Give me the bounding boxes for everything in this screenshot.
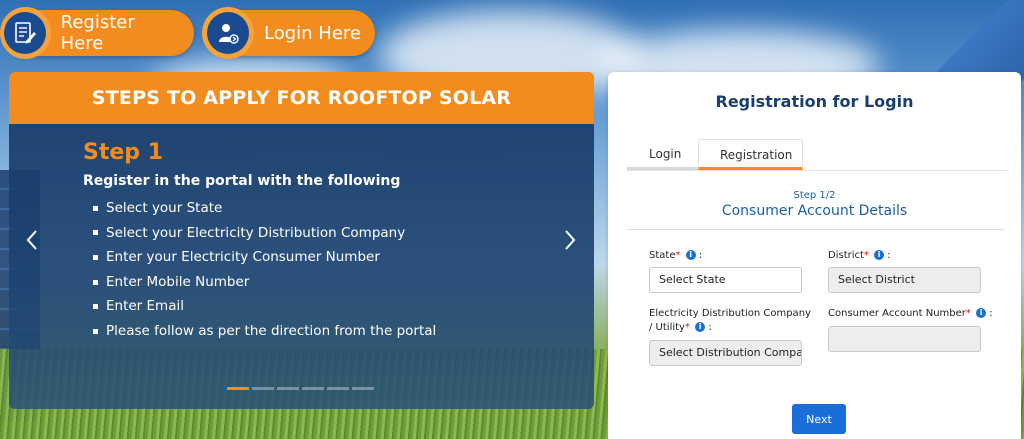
carousel-indicator[interactable] [227,387,249,390]
carousel-indicators [227,387,374,390]
register-here-button[interactable]: Register Here [0,7,194,59]
tab-login[interactable]: Login [627,139,698,170]
info-icon[interactable]: i [874,250,885,260]
list-item-text: Enter Email [106,298,184,315]
step-title: Step 1 [83,140,163,165]
registration-title: Registration for Login [715,92,914,111]
list-item-text: Select your Electricity Distribution Com… [106,224,406,241]
list-item: Select your State [93,196,436,221]
step-indicator: Step 1/2 [793,190,836,201]
chevron-right-icon[interactable] [563,229,577,251]
section-divider [627,229,1004,230]
register-here-label: Register Here [60,12,135,54]
bullet-icon [93,304,98,310]
user-login-icon [219,24,239,44]
info-icon[interactable]: i [976,308,987,318]
bullet-icon [93,279,98,285]
utility-label-line2: / Utility [649,322,685,333]
list-item-text: Enter Mobile Number [106,273,250,290]
consumer-account-input[interactable] [828,326,981,352]
list-item: Enter your Electricity Consumer Number [93,245,436,270]
next-button[interactable]: Next [792,404,846,434]
step-intro: Register in the portal with the followin… [83,173,401,189]
tab-registration[interactable]: Registration [698,139,803,170]
info-icon[interactable]: i [685,250,696,260]
bullet-icon [93,254,98,260]
state-label: State* i : [649,250,703,261]
login-here-label: Login Here [264,22,361,44]
list-item: Enter Mobile Number [93,270,436,295]
list-item: Enter Email [93,294,436,319]
chevron-left-icon[interactable] [25,229,39,251]
utility-label-line1: Electricity Distribution Company [649,308,811,319]
carousel-indicator[interactable] [277,387,299,390]
bullet-icon [93,230,98,236]
consumer-account-label: Consumer Account Number* i : [828,308,993,319]
registration-panel: Registration for Login Login Registratio… [608,72,1021,439]
step-list: Select your State Select your Electricit… [93,196,436,344]
carousel-indicator[interactable] [352,387,374,390]
register-icon-badge [0,7,51,59]
required-mark: * [863,250,869,261]
district-label-text: District [828,250,864,261]
state-label-text: State [649,250,676,261]
consumer-account-label-text: Consumer Account Number [828,308,966,319]
bullet-icon [93,328,98,334]
list-item: Select your Electricity Distribution Com… [93,221,436,246]
required-mark: * [684,322,690,333]
carousel-indicator[interactable] [252,387,274,390]
register-form-icon [15,22,37,44]
utility-label: Electricity Distribution Company / Utili… [649,308,811,333]
list-item-text: Select your State [106,200,223,216]
info-icon[interactable]: i [695,322,706,332]
login-here-button[interactable]: Login Here [202,7,375,59]
required-mark: * [965,308,971,319]
login-tabs: Login Registration [627,139,1009,171]
list-item: Please follow as per the direction from … [93,319,436,344]
required-mark: * [675,250,681,261]
district-select[interactable]: Select District [828,267,981,293]
bullet-icon [93,205,98,211]
carousel-indicator[interactable] [302,387,324,390]
state-select[interactable]: Select State [649,267,802,293]
steps-carousel: STEPS TO APPLY FOR ROOFTOP SOLAR Step 1 … [9,72,594,409]
utility-select[interactable]: Select Distribution Company [649,340,802,366]
list-item-text: Enter your Electricity Consumer Number [106,249,380,266]
district-label: District* i : [828,250,891,261]
section-title: Consumer Account Details [721,203,908,219]
login-icon-badge [202,7,254,59]
carousel-indicator[interactable] [327,387,349,390]
steps-header: STEPS TO APPLY FOR ROOFTOP SOLAR [9,72,594,124]
list-item-text: Please follow as per the direction from … [106,322,437,339]
